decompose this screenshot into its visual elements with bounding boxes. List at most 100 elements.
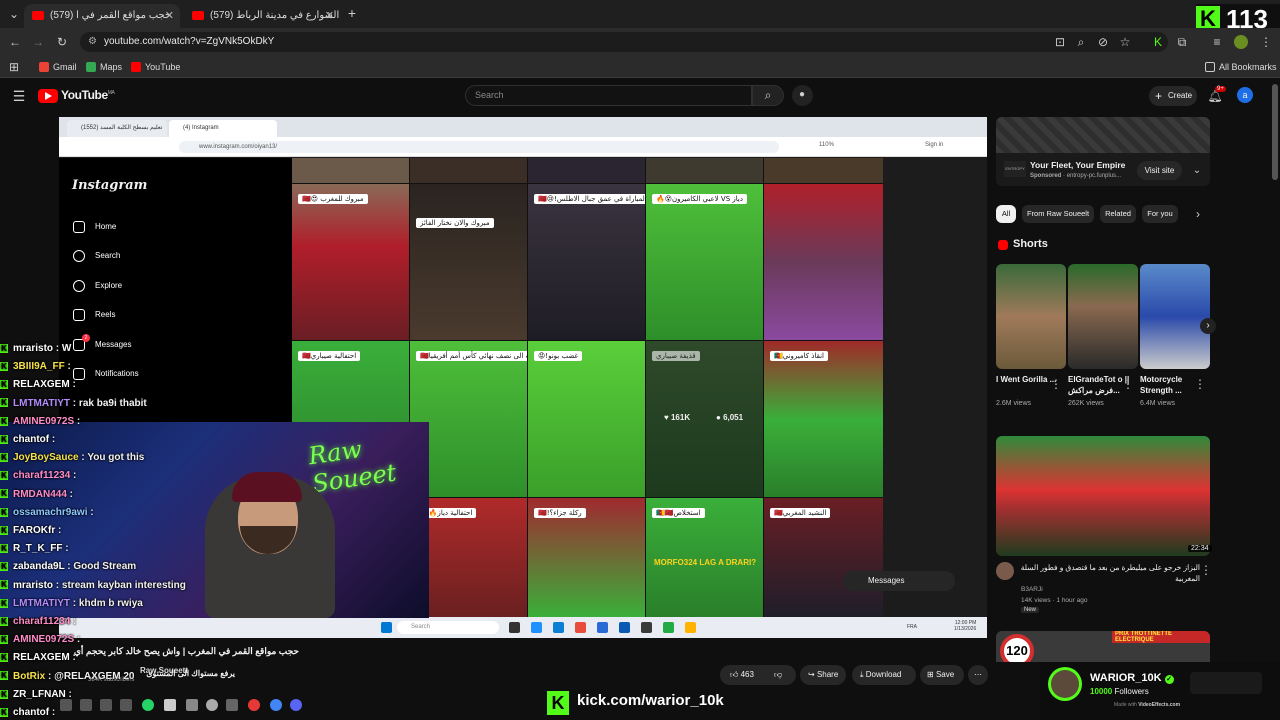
all-bookmarks[interactable]: All Bookmarks (1205, 60, 1277, 74)
short-menu-icon[interactable]: ⋮ (1048, 376, 1064, 392)
recommended-channel[interactable]: B3ARJi (1021, 586, 1043, 593)
menu-dots-icon[interactable]: ⋮ (1258, 34, 1274, 50)
more-actions-button[interactable]: ⋯ (968, 665, 988, 685)
account-avatar[interactable]: a (1237, 87, 1253, 103)
compass-icon (73, 280, 85, 292)
ad-title[interactable]: Your Fleet, Your Empire (1030, 160, 1125, 170)
chat-message: K LMTMATIYT : rak ba9i thabit (0, 397, 147, 409)
inner-windows-taskbar: Search FRA 12:00 PM 1/13/2026 (59, 617, 987, 638)
chip-for-you[interactable]: For you (1142, 205, 1178, 223)
bookmark-maps[interactable]: Maps (86, 60, 122, 74)
new-tab-button[interactable]: + (344, 5, 360, 21)
tab-search-icon[interactable]: ⌄ (6, 6, 22, 22)
site-info-icon[interactable]: ⚙ (88, 32, 97, 52)
profile-icon[interactable] (1234, 35, 1248, 49)
kick-badge-icon: K (0, 598, 8, 608)
ad-logo: ENTROPY (1004, 161, 1026, 177)
tab-title: (579) حجب مواقع القمر في ا (50, 10, 172, 21)
shorts-next-button[interactable]: › (1200, 318, 1216, 334)
search-input[interactable]: Search (465, 85, 752, 106)
youtube-logo-text[interactable]: YouTubeMA (61, 88, 115, 102)
kick-badge-icon: K (0, 434, 8, 444)
chat-username: chantof (13, 434, 50, 445)
create-button[interactable]: + Create (1149, 86, 1197, 106)
close-tab-icon[interactable]: ✕ (325, 4, 334, 28)
eye-off-icon[interactable]: ⊘ (1095, 34, 1111, 50)
chip-all[interactable]: All (996, 205, 1016, 223)
url-bar[interactable]: ⚙ youtube.com/watch?v=ZgVNk5OkDkY (80, 32, 1168, 52)
next-thumbnail[interactable]: 120 PRIX TROTTINETTE ELECTRIQUE (996, 631, 1210, 662)
short-menu-icon[interactable]: ⋮ (1120, 376, 1136, 392)
close-tab-icon[interactable]: ✕ (165, 4, 174, 28)
chat-message: Kmraristo : stream kayban interesting (0, 579, 186, 591)
short-thumbnail[interactable] (1068, 264, 1138, 369)
kick-url-text: kick.com/warior_10k (577, 692, 724, 709)
short-views: 2.6M views (996, 400, 1032, 407)
short-thumbnail[interactable] (1140, 264, 1210, 369)
voice-search-button[interactable]: ● (792, 85, 813, 106)
grid-cell (292, 158, 409, 183)
share-icon: ↪ (808, 670, 817, 679)
chips-next-arrow-icon[interactable]: › (1190, 206, 1206, 222)
ad-banner-image[interactable] (996, 117, 1210, 153)
like-dislike-group: 👍︎ 463 👎︎ (720, 665, 796, 685)
download-button[interactable]: ⤓ Download (852, 665, 916, 685)
ig-nav-search: Search (73, 249, 120, 263)
reload-icon[interactable]: ↻ (54, 34, 70, 50)
chevron-down-icon[interactable]: ⌄ (1189, 163, 1205, 179)
dislike-button[interactable]: 👎︎ (774, 665, 782, 685)
chat-message: K JoyBoySauce : You got this (0, 452, 145, 464)
video-duration: 22:34 (1188, 545, 1212, 552)
chat-username: charaf11234 (13, 616, 71, 627)
browser-tab-active[interactable]: (579) حجب مواقع القمر في ا ✕ (24, 4, 180, 28)
short-thumbnail[interactable] (996, 264, 1066, 369)
grid-post-hover: قذيفة صيباري ♥ 161K ● 6,051 (646, 341, 763, 497)
chat-username: AMINE0972S (13, 415, 75, 427)
video-thumbnail[interactable] (996, 436, 1210, 556)
forward-arrow-icon[interactable]: → (30, 34, 46, 50)
back-arrow-icon[interactable]: ← (7, 34, 23, 50)
chat-username: ossamachr9awi (13, 506, 88, 518)
short-menu-icon[interactable]: ⋮ (1192, 376, 1208, 392)
chat-username: LMTMATIYT (13, 597, 71, 609)
bookmark-youtube[interactable]: YouTube (131, 60, 180, 74)
grid-post: غضب بونو!😡 (528, 341, 645, 497)
search-button[interactable]: ⌕ (752, 85, 784, 106)
hamburger-menu-icon[interactable]: ☰ (11, 88, 27, 104)
post-likes: ♥ 161K (664, 413, 691, 422)
apps-grid-icon[interactable]: ⊞ (6, 59, 22, 75)
extensions-icon[interactable]: ⧉ (1174, 34, 1190, 50)
grid-post: كذا تابعنا المباراة في عمق جبال الاطلس!😢… (528, 184, 645, 340)
chat-text: khdm b rwiya (78, 597, 143, 609)
bookmark-gmail[interactable]: Gmail (39, 60, 77, 74)
recommended-title[interactable]: البزاز خرجو على ميليطرة من بعد ما قتصدق … (1020, 562, 1200, 584)
bookmark-label: YouTube (145, 62, 181, 72)
share-button[interactable]: ↪ Share (800, 665, 846, 685)
page-scrollbar[interactable] (1272, 84, 1278, 180)
like-button[interactable]: 👍︎ 463 (730, 665, 754, 685)
save-button[interactable]: ⊞ Save (920, 665, 964, 685)
youtube-logo-icon[interactable] (38, 89, 58, 103)
kick-badge-icon: K (0, 653, 8, 663)
save-icon: ⊞ (927, 670, 936, 679)
grid-post (764, 184, 883, 340)
kick-extension-icon[interactable]: K (1150, 34, 1166, 50)
inner-url: www.instagram.com/oiyan13/ (179, 141, 779, 153)
search-icon (73, 250, 85, 262)
chat-message: K R_T_K_FF : (0, 543, 69, 555)
zoom-icon[interactable]: ⌕ (1073, 34, 1089, 50)
chip-from-channel[interactable]: From Raw Soueelt (1022, 205, 1094, 223)
visit-site-button[interactable]: Visit site (1137, 161, 1182, 180)
create-label: Create (1168, 91, 1193, 100)
chat-text: W (61, 343, 72, 354)
verified-icon: ✓ (1164, 675, 1174, 684)
install-icon[interactable]: ⊡ (1052, 34, 1068, 50)
bookmark-star-icon[interactable]: ☆ (1117, 34, 1133, 50)
browser-tab[interactable]: (579) أكل الشوارع في مدينة الرباط ✕ (184, 4, 340, 28)
kick-badge-icon: K (0, 580, 8, 590)
chat-message: K AMINE0972S : (0, 415, 81, 427)
channel-avatar[interactable] (996, 562, 1014, 580)
video-menu-icon[interactable]: ⋮ (1198, 562, 1214, 578)
chip-related[interactable]: Related (1100, 205, 1136, 223)
media-icon[interactable]: ≡ (1209, 34, 1225, 50)
